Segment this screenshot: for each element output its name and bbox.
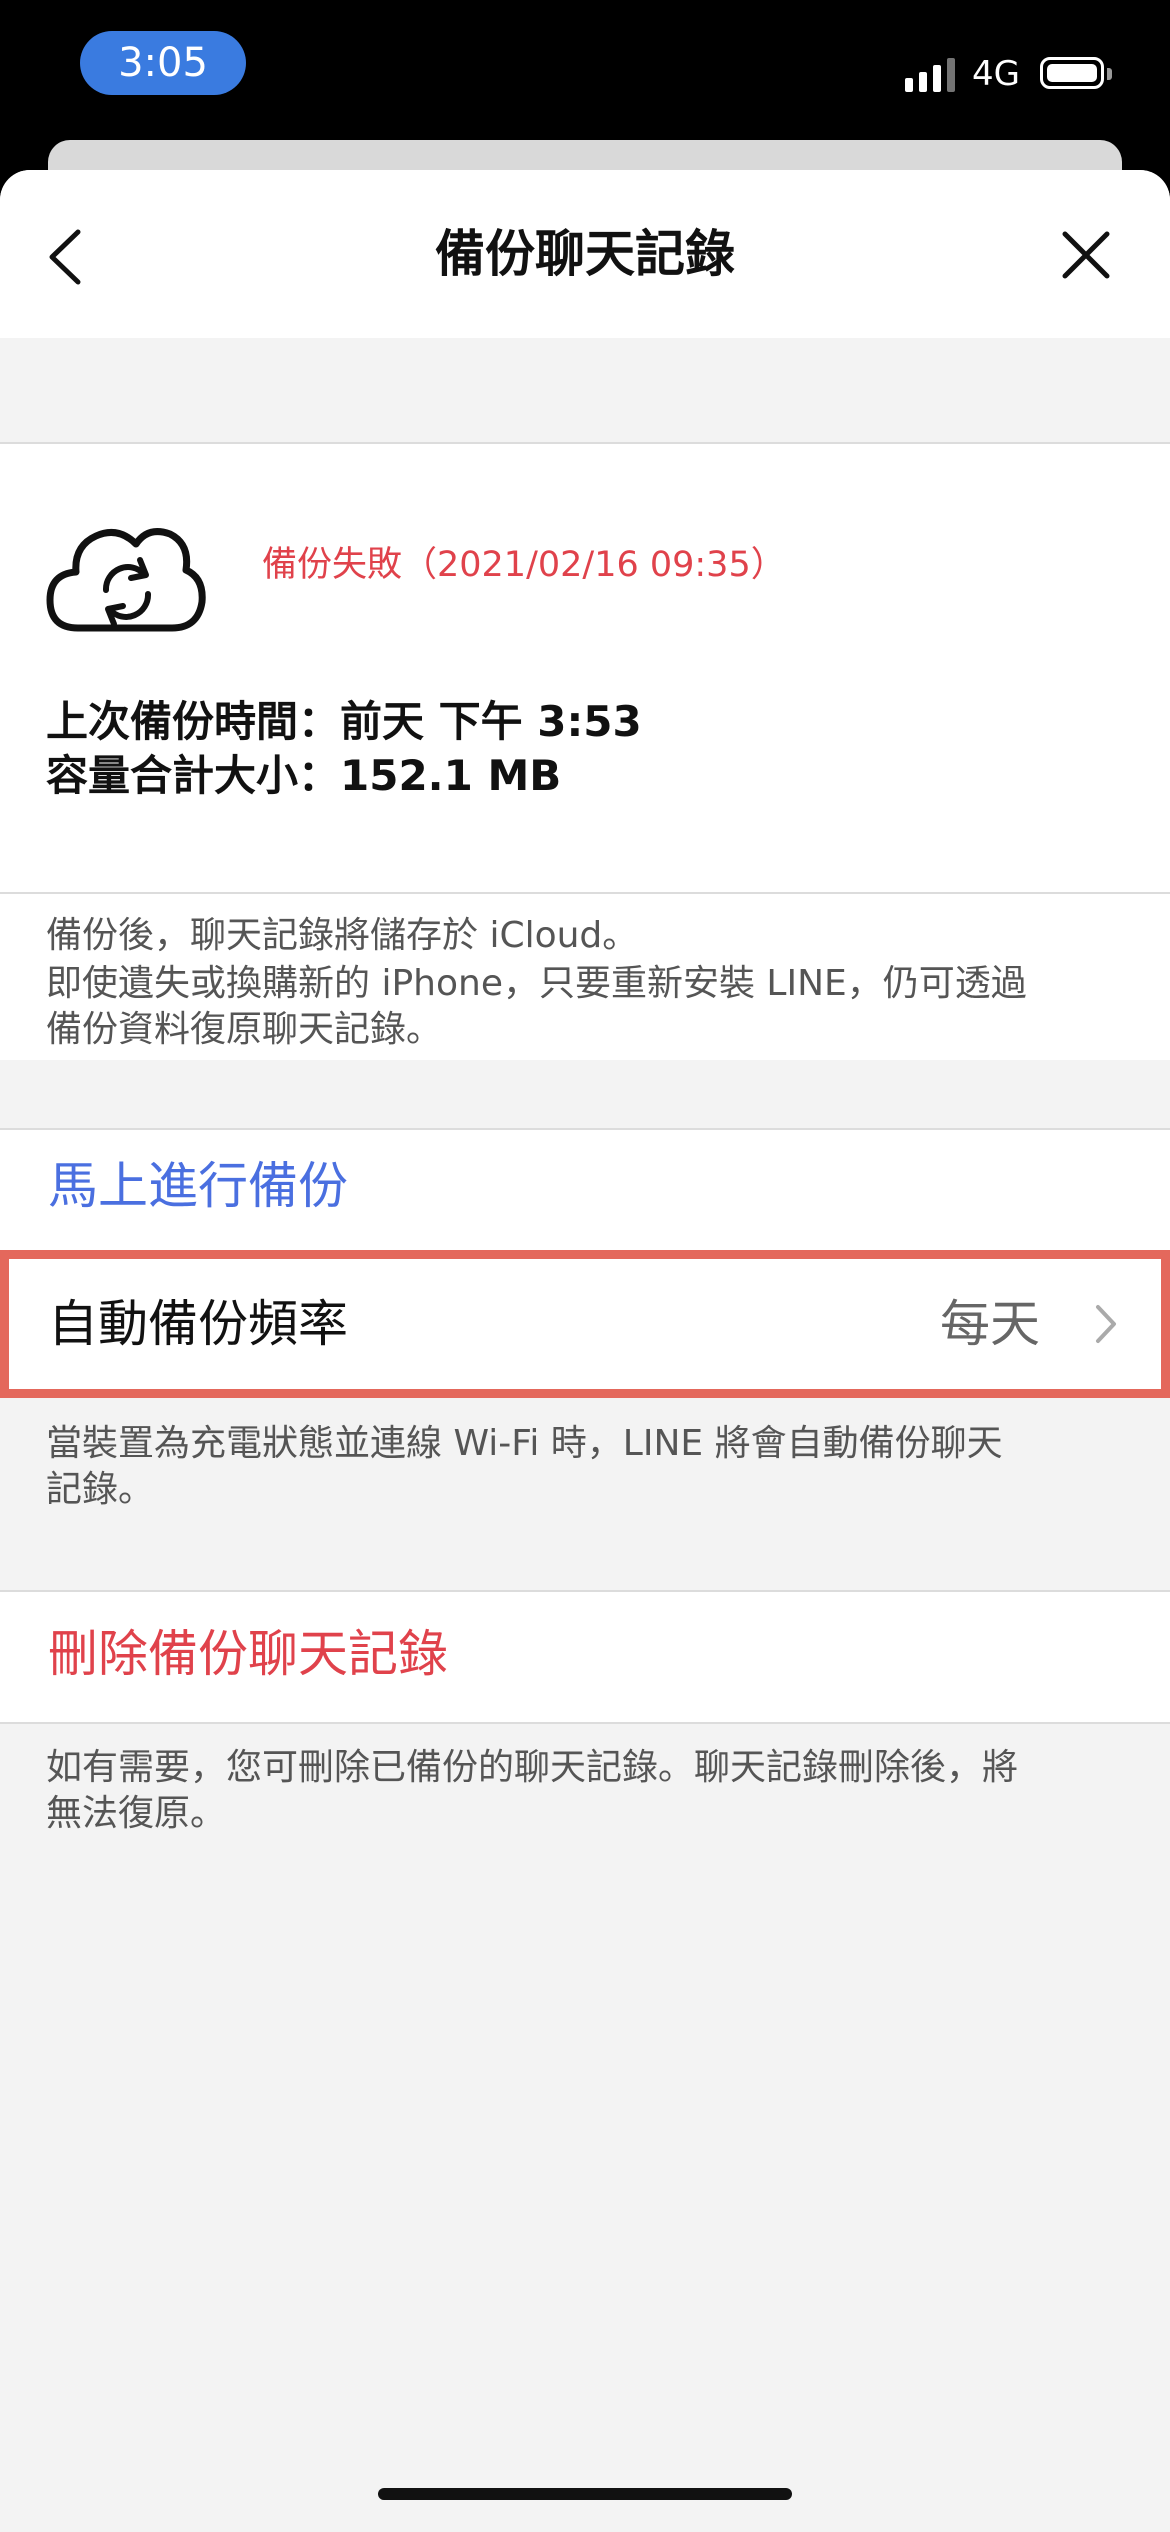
auto-backup-note-line-2: 記錄。 (46, 1469, 155, 1510)
cloud-sync-icon (46, 528, 206, 632)
auto-backup-note-line-1: 當裝置為充電狀態並連線 Wi-Fi 時，LINE 將會自動備份聊天 (46, 1423, 1003, 1464)
backup-sheet: 備份聊天記錄 備份失敗（2021/02/16 09:35） 上次備份時間：前天 … (0, 170, 1170, 2532)
battery-tip (1107, 68, 1112, 80)
battery-icon (1040, 57, 1104, 89)
delete-note-line-2: 無法復原。 (46, 1793, 227, 1834)
auto-backup-label: 自動備份頻率 (48, 1295, 348, 1353)
close-button[interactable] (1045, 210, 1125, 300)
page-title: 備份聊天記錄 (435, 225, 735, 283)
status-bar: 3:05 4G (0, 0, 1170, 140)
network-label: 4G (972, 54, 1020, 94)
delete-backup-button[interactable]: 刪除備份聊天記錄 (48, 1620, 448, 1688)
auto-backup-value: 每天 (940, 1295, 1040, 1353)
backup-now-row[interactable]: 馬上進行備份 (0, 1130, 1170, 1250)
status-time[interactable]: 3:05 (80, 31, 246, 95)
auto-backup-frequency-row[interactable]: 自動備份頻率 每天 (0, 1250, 1170, 1398)
backup-status-text: 備份失敗（2021/02/16 09:35） (262, 545, 786, 585)
signal-icon (905, 58, 959, 94)
last-backup-time: 上次備份時間：前天 下午 3:53 (46, 697, 642, 746)
close-icon (1062, 231, 1110, 279)
icloud-note-line-3: 備份資料復原聊天記錄。 (46, 1009, 443, 1050)
backup-now-button[interactable]: 馬上進行備份 (48, 1152, 348, 1220)
delete-note-line-1: 如有需要，您可刪除已備份的聊天記錄。聊天記錄刪除後，將 (46, 1747, 1019, 1788)
home-indicator[interactable] (378, 2488, 792, 2500)
nav-bar: 備份聊天記錄 (0, 170, 1170, 338)
chevron-right-icon (1096, 1305, 1116, 1343)
icloud-note-line-2: 即使遺失或換購新的 iPhone，只要重新安裝 LINE，仍可透過 (46, 963, 1027, 1004)
divider (0, 892, 1170, 894)
total-backup-size: 容量合計大小：152.1 MB (46, 751, 562, 800)
delete-backup-row[interactable]: 刪除備份聊天記錄 (0, 1592, 1170, 1722)
divider (0, 1722, 1170, 1724)
icloud-note-line-1: 備份後，聊天記錄將儲存於 iCloud。 (46, 915, 639, 956)
